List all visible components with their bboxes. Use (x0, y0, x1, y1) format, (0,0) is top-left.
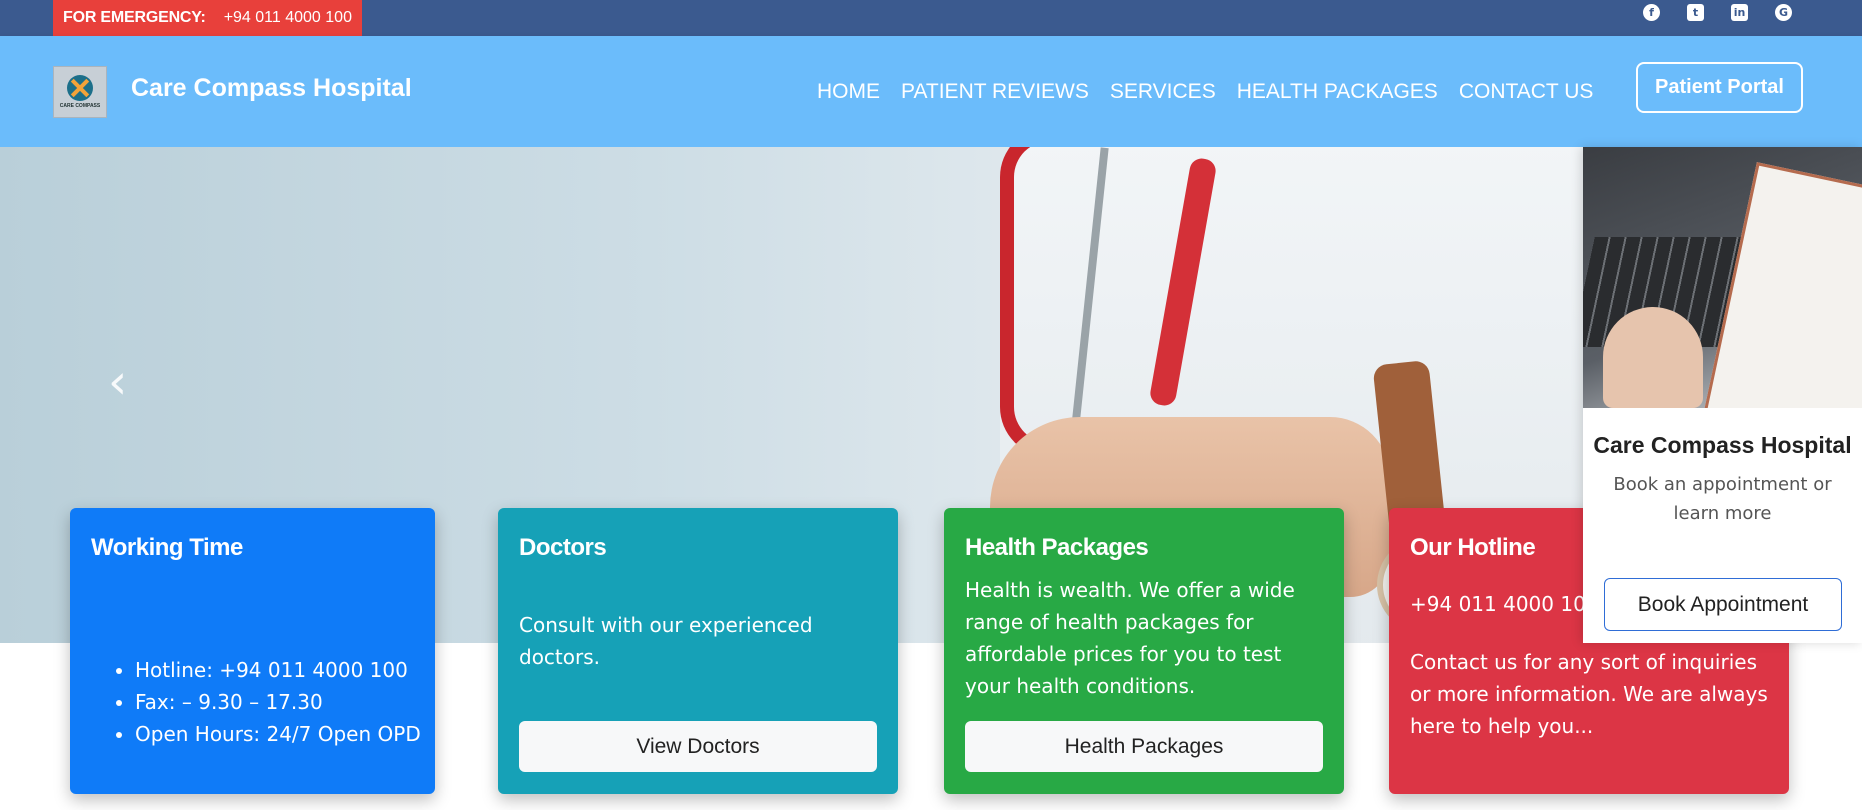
list-item: Hotline: +94 011 4000 100 (135, 654, 421, 686)
compass-icon (67, 75, 93, 101)
appointment-panel: Care Compass Hospital Book an appointmen… (1583, 147, 1862, 643)
patient-portal-button[interactable]: Patient Portal (1636, 62, 1803, 113)
book-appointment-button[interactable]: Book Appointment (1604, 578, 1842, 631)
top-bar: FOR EMERGENCY: +94 011 4000 100 f t in G (0, 0, 1862, 36)
carousel-prev-icon[interactable]: ‹ (108, 357, 138, 407)
health-packages-title: Health Packages (965, 534, 1149, 561)
view-doctors-button[interactable]: View Doctors (519, 721, 877, 772)
appointment-image (1583, 147, 1862, 408)
list-item: Open Hours: 24/7 Open OPD (135, 718, 421, 750)
working-time-list: Hotline: +94 011 4000 100 Fax: – 9.30 – … (91, 654, 421, 750)
nav-health-packages[interactable]: HEALTH PACKAGES (1237, 80, 1438, 104)
health-packages-card: Health Packages Health is wealth. We off… (944, 508, 1344, 794)
working-time-card: Working Time Hotline: +94 011 4000 100 F… (70, 508, 435, 794)
doctors-text: Consult with our experienced doctors. (519, 613, 813, 669)
nav-home[interactable]: HOME (817, 80, 880, 104)
emergency-label: FOR EMERGENCY: (63, 9, 206, 26)
emergency-banner: FOR EMERGENCY: +94 011 4000 100 (53, 0, 362, 36)
hero-image-stethoscope (1000, 147, 1070, 457)
hotline-text: Contact us for any sort of inquiries or … (1410, 650, 1768, 738)
brand-name[interactable]: Care Compass Hospital (131, 74, 412, 103)
linkedin-icon[interactable]: in (1731, 4, 1748, 21)
twitter-icon[interactable]: t (1687, 4, 1704, 21)
navbar: CARE COMPASS Care Compass Hospital HOME … (0, 36, 1862, 147)
appointment-panel-text: Book an appointment or learn more (1613, 474, 1832, 524)
list-item: Fax: – 9.30 – 17.30 (135, 686, 421, 718)
health-packages-text: Health is wealth. We offer a wide range … (965, 578, 1295, 698)
logo-text: CARE COMPASS (59, 103, 101, 109)
facebook-icon[interactable]: f (1643, 4, 1660, 21)
hospital-logo[interactable]: CARE COMPASS (53, 66, 107, 118)
doctors-title: Doctors (519, 534, 607, 561)
health-packages-button[interactable]: Health Packages (965, 721, 1323, 772)
nav-contact-us[interactable]: CONTACT US (1459, 80, 1594, 104)
nav-patient-reviews[interactable]: PATIENT REVIEWS (901, 80, 1089, 104)
doctors-card: Doctors Consult with our experienced doc… (498, 508, 898, 794)
nav-services[interactable]: SERVICES (1110, 80, 1216, 104)
google-icon[interactable]: G (1775, 4, 1792, 21)
social-links: f t in G (1643, 4, 1792, 21)
emergency-phone[interactable]: +94 011 4000 100 (224, 9, 352, 27)
hand-image (1603, 307, 1703, 408)
appointment-panel-title: Care Compass Hospital (1593, 432, 1852, 458)
main-nav: HOME PATIENT REVIEWS SERVICES HEALTH PAC… (817, 80, 1593, 104)
working-time-title: Working Time (91, 534, 243, 561)
